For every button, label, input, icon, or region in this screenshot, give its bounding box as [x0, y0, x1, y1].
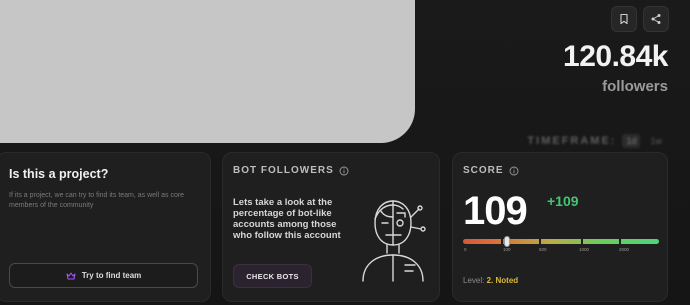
- timeframe-label: TIMEFRAME:: [527, 135, 617, 147]
- project-card-description: If its a project, we can try to find its…: [9, 192, 185, 209]
- score-tick: 0: [464, 247, 467, 252]
- info-icon[interactable]: [509, 166, 519, 176]
- score-card: SCORE 109 +109 0 100 500 1000 2000 Level…: [452, 152, 668, 302]
- score-tick: 1000: [579, 247, 590, 252]
- crown-icon: [66, 272, 76, 279]
- bookmark-button[interactable]: [611, 6, 637, 32]
- find-team-button-label: Try to find team: [81, 271, 142, 280]
- score-delta: +109: [547, 193, 579, 209]
- bot-followers-title: BOT FOLLOWERS: [233, 165, 334, 176]
- bot-followers-card: BOT FOLLOWERS Lets take a look at the pe…: [222, 152, 440, 302]
- score-tick: 100: [503, 247, 511, 252]
- profile-page: 120.84k followers TIMEFRAME: 1d 1w Is th…: [0, 0, 690, 305]
- score-title: SCORE: [463, 165, 504, 176]
- score-level-prefix: Level:: [463, 276, 485, 285]
- followers-count: 120.84k: [563, 40, 668, 73]
- score-progress-bar: [463, 239, 659, 244]
- score-value: 109: [463, 189, 528, 233]
- bot-followers-description: Lets take a look at the percentage of bo…: [233, 197, 341, 241]
- timeframe-option-1w[interactable]: 1w: [646, 134, 666, 148]
- banner-image: [0, 0, 415, 143]
- project-card: Is this a project? If its a project, we …: [0, 152, 211, 302]
- info-icon[interactable]: [339, 166, 349, 176]
- project-card-title: Is this a project?: [9, 167, 109, 181]
- check-bots-button[interactable]: CHECK BOTS: [233, 264, 312, 288]
- find-team-button[interactable]: Try to find team: [9, 263, 198, 288]
- followers-label: followers: [602, 78, 668, 95]
- score-marker: [504, 236, 510, 247]
- score-level: Level: 2. Noted: [463, 276, 518, 285]
- score-tick: 2000: [619, 247, 630, 252]
- share-button[interactable]: [643, 6, 669, 32]
- timeframe-selector[interactable]: TIMEFRAME: 1d 1w: [527, 134, 666, 148]
- bookmark-icon: [620, 13, 628, 25]
- robot-human-icon: [362, 200, 426, 282]
- score-tick: 500: [539, 247, 547, 252]
- share-icon: [651, 14, 661, 24]
- timeframe-option-1d[interactable]: 1d: [622, 134, 641, 148]
- score-level-value: 2. Noted: [486, 276, 519, 285]
